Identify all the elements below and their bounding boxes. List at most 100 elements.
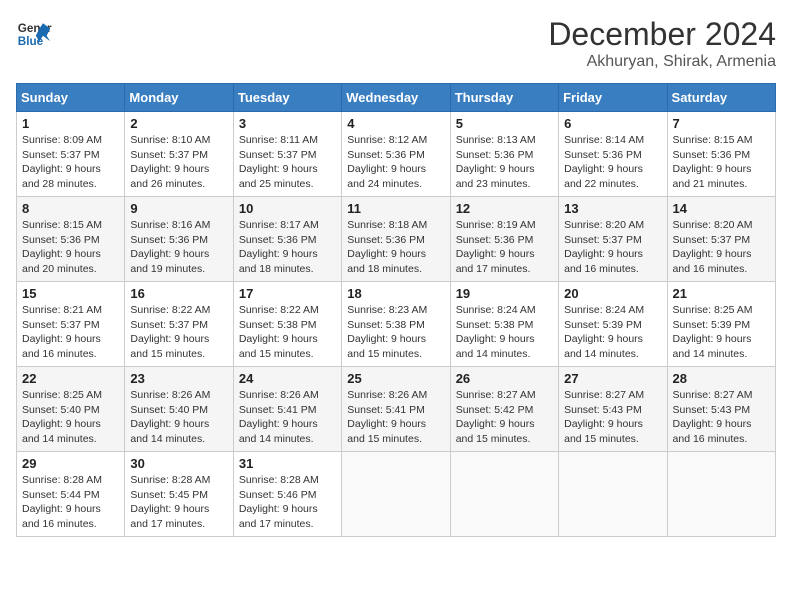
cell-info-line: and 20 minutes. [22,262,119,277]
cell-info-line: Daylight: 9 hours [22,162,119,177]
calendar-cell: 27Sunrise: 8:27 AMSunset: 5:43 PMDayligh… [559,367,667,452]
cell-info-line: Sunset: 5:37 PM [22,148,119,163]
cell-info-line: and 16 minutes. [673,262,770,277]
cell-info-line: Daylight: 9 hours [456,162,553,177]
calendar-cell: 17Sunrise: 8:22 AMSunset: 5:38 PMDayligh… [233,282,341,367]
day-number: 31 [239,456,336,471]
cell-info-line: Daylight: 9 hours [673,417,770,432]
calendar-week-2: 8Sunrise: 8:15 AMSunset: 5:36 PMDaylight… [17,197,776,282]
cell-info-line: Daylight: 9 hours [564,332,661,347]
cell-info-line: Sunset: 5:39 PM [673,318,770,333]
cell-info-line: Sunrise: 8:09 AM [22,133,119,148]
cell-info-line: Sunrise: 8:27 AM [456,388,553,403]
cell-info-line: Daylight: 9 hours [22,247,119,262]
cell-info-line: Daylight: 9 hours [673,247,770,262]
cell-info-line: Sunset: 5:43 PM [673,403,770,418]
cell-info-line: Sunset: 5:40 PM [22,403,119,418]
cell-info-line: Sunrise: 8:24 AM [456,303,553,318]
cell-info-line: Daylight: 9 hours [239,417,336,432]
cell-info-line: Sunset: 5:36 PM [22,233,119,248]
cell-info-line: Sunset: 5:36 PM [347,233,444,248]
cell-info-line: Daylight: 9 hours [130,502,227,517]
day-number: 23 [130,371,227,386]
day-number: 6 [564,116,661,131]
cell-info-line: Sunset: 5:42 PM [456,403,553,418]
month-title: December 2024 [548,16,776,53]
cell-info-line: Sunrise: 8:10 AM [130,133,227,148]
cell-info-line: and 19 minutes. [130,262,227,277]
cell-info-line: Sunset: 5:43 PM [564,403,661,418]
cell-info-line: Daylight: 9 hours [130,417,227,432]
cell-info-line: and 22 minutes. [564,177,661,192]
cell-info-line: Sunset: 5:37 PM [673,233,770,248]
location-subtitle: Akhuryan, Shirak, Armenia [548,53,776,71]
calendar-table: SundayMondayTuesdayWednesdayThursdayFrid… [16,83,776,537]
calendar-cell [342,452,450,537]
cell-info-line: and 18 minutes. [347,262,444,277]
cell-info-line: Sunrise: 8:20 AM [564,218,661,233]
cell-info-line: Sunrise: 8:26 AM [130,388,227,403]
day-number: 22 [22,371,119,386]
cell-info-line: and 15 minutes. [130,347,227,362]
day-number: 20 [564,286,661,301]
day-number: 27 [564,371,661,386]
calendar-cell: 5Sunrise: 8:13 AMSunset: 5:36 PMDaylight… [450,112,558,197]
day-number: 7 [673,116,770,131]
cell-info-line: Sunset: 5:44 PM [22,488,119,503]
day-number: 25 [347,371,444,386]
cell-info-line: and 14 minutes. [673,347,770,362]
calendar-cell: 9Sunrise: 8:16 AMSunset: 5:36 PMDaylight… [125,197,233,282]
day-number: 12 [456,201,553,216]
calendar-cell: 23 Sunrise: 8:26 AMSunset: 5:40 PMDayligh… [125,367,233,452]
cell-info-line: Daylight: 9 hours [564,162,661,177]
calendar-cell: 14 Sunrise: 8:20 AMSunset: 5:37 PMDayligh… [667,197,775,282]
cell-info-line: Sunrise: 8:28 AM [239,473,336,488]
calendar-week-4: 22Sunrise: 8:25 AMSunset: 5:40 PMDayligh… [17,367,776,452]
cell-info-line: and 16 minutes. [673,432,770,447]
cell-info-line: Sunset: 5:36 PM [347,148,444,163]
calendar-cell: 4Sunrise: 8:12 AMSunset: 5:36 PMDaylight… [342,112,450,197]
day-number: 17 [239,286,336,301]
calendar-cell: 11Sunrise: 8:18 AMSunset: 5:36 PMDayligh… [342,197,450,282]
cell-info-line: Sunrise: 8:27 AM [564,388,661,403]
col-header-friday: Friday [559,84,667,112]
calendar-cell: 1 Sunrise: 8:09 AMSunset: 5:37 PMDaylight… [17,112,125,197]
calendar-cell: 20Sunrise: 8:24 AMSunset: 5:39 PMDayligh… [559,282,667,367]
cell-info-line: Daylight: 9 hours [22,502,119,517]
day-number: 18 [347,286,444,301]
col-header-thursday: Thursday [450,84,558,112]
day-number: 13 [564,201,661,216]
cell-info-line: Sunset: 5:37 PM [22,318,119,333]
cell-info-line: and 15 minutes. [456,432,553,447]
cell-info-line: and 18 minutes. [239,262,336,277]
cell-info-line: and 15 minutes. [239,347,336,362]
cell-info-line: Sunset: 5:37 PM [564,233,661,248]
cell-info-line: and 15 minutes. [347,432,444,447]
cell-info-line: Sunrise: 8:14 AM [564,133,661,148]
cell-info-line: Sunrise: 8:16 AM [130,218,227,233]
cell-info-line: Sunset: 5:46 PM [239,488,336,503]
cell-info-line: Daylight: 9 hours [673,162,770,177]
cell-info-line: Sunrise: 8:25 AM [673,303,770,318]
cell-info-line: and 17 minutes. [130,517,227,532]
cell-info-line: Sunset: 5:36 PM [456,148,553,163]
cell-info-line: and 15 minutes. [347,347,444,362]
day-number: 1 [22,116,119,131]
cell-info-line: Daylight: 9 hours [239,502,336,517]
cell-info-line: Sunrise: 8:11 AM [239,133,336,148]
cell-info-line: and 16 minutes. [564,262,661,277]
cell-info-line: Sunrise: 8:27 AM [673,388,770,403]
col-header-wednesday: Wednesday [342,84,450,112]
cell-info-line: Daylight: 9 hours [456,332,553,347]
cell-info-line: Sunrise: 8:18 AM [347,218,444,233]
cell-info-line: Daylight: 9 hours [347,247,444,262]
cell-info-line: Sunset: 5:40 PM [130,403,227,418]
day-number: 5 [456,116,553,131]
day-number: 14 [673,201,770,216]
cell-info-line: Sunrise: 8:20 AM [673,218,770,233]
cell-info-line: Sunrise: 8:26 AM [347,388,444,403]
col-header-sunday: Sunday [17,84,125,112]
calendar-cell [559,452,667,537]
col-header-saturday: Saturday [667,84,775,112]
calendar-week-1: 1Sunrise: 8:09 AMSunset: 5:37 PMDaylight… [17,112,776,197]
